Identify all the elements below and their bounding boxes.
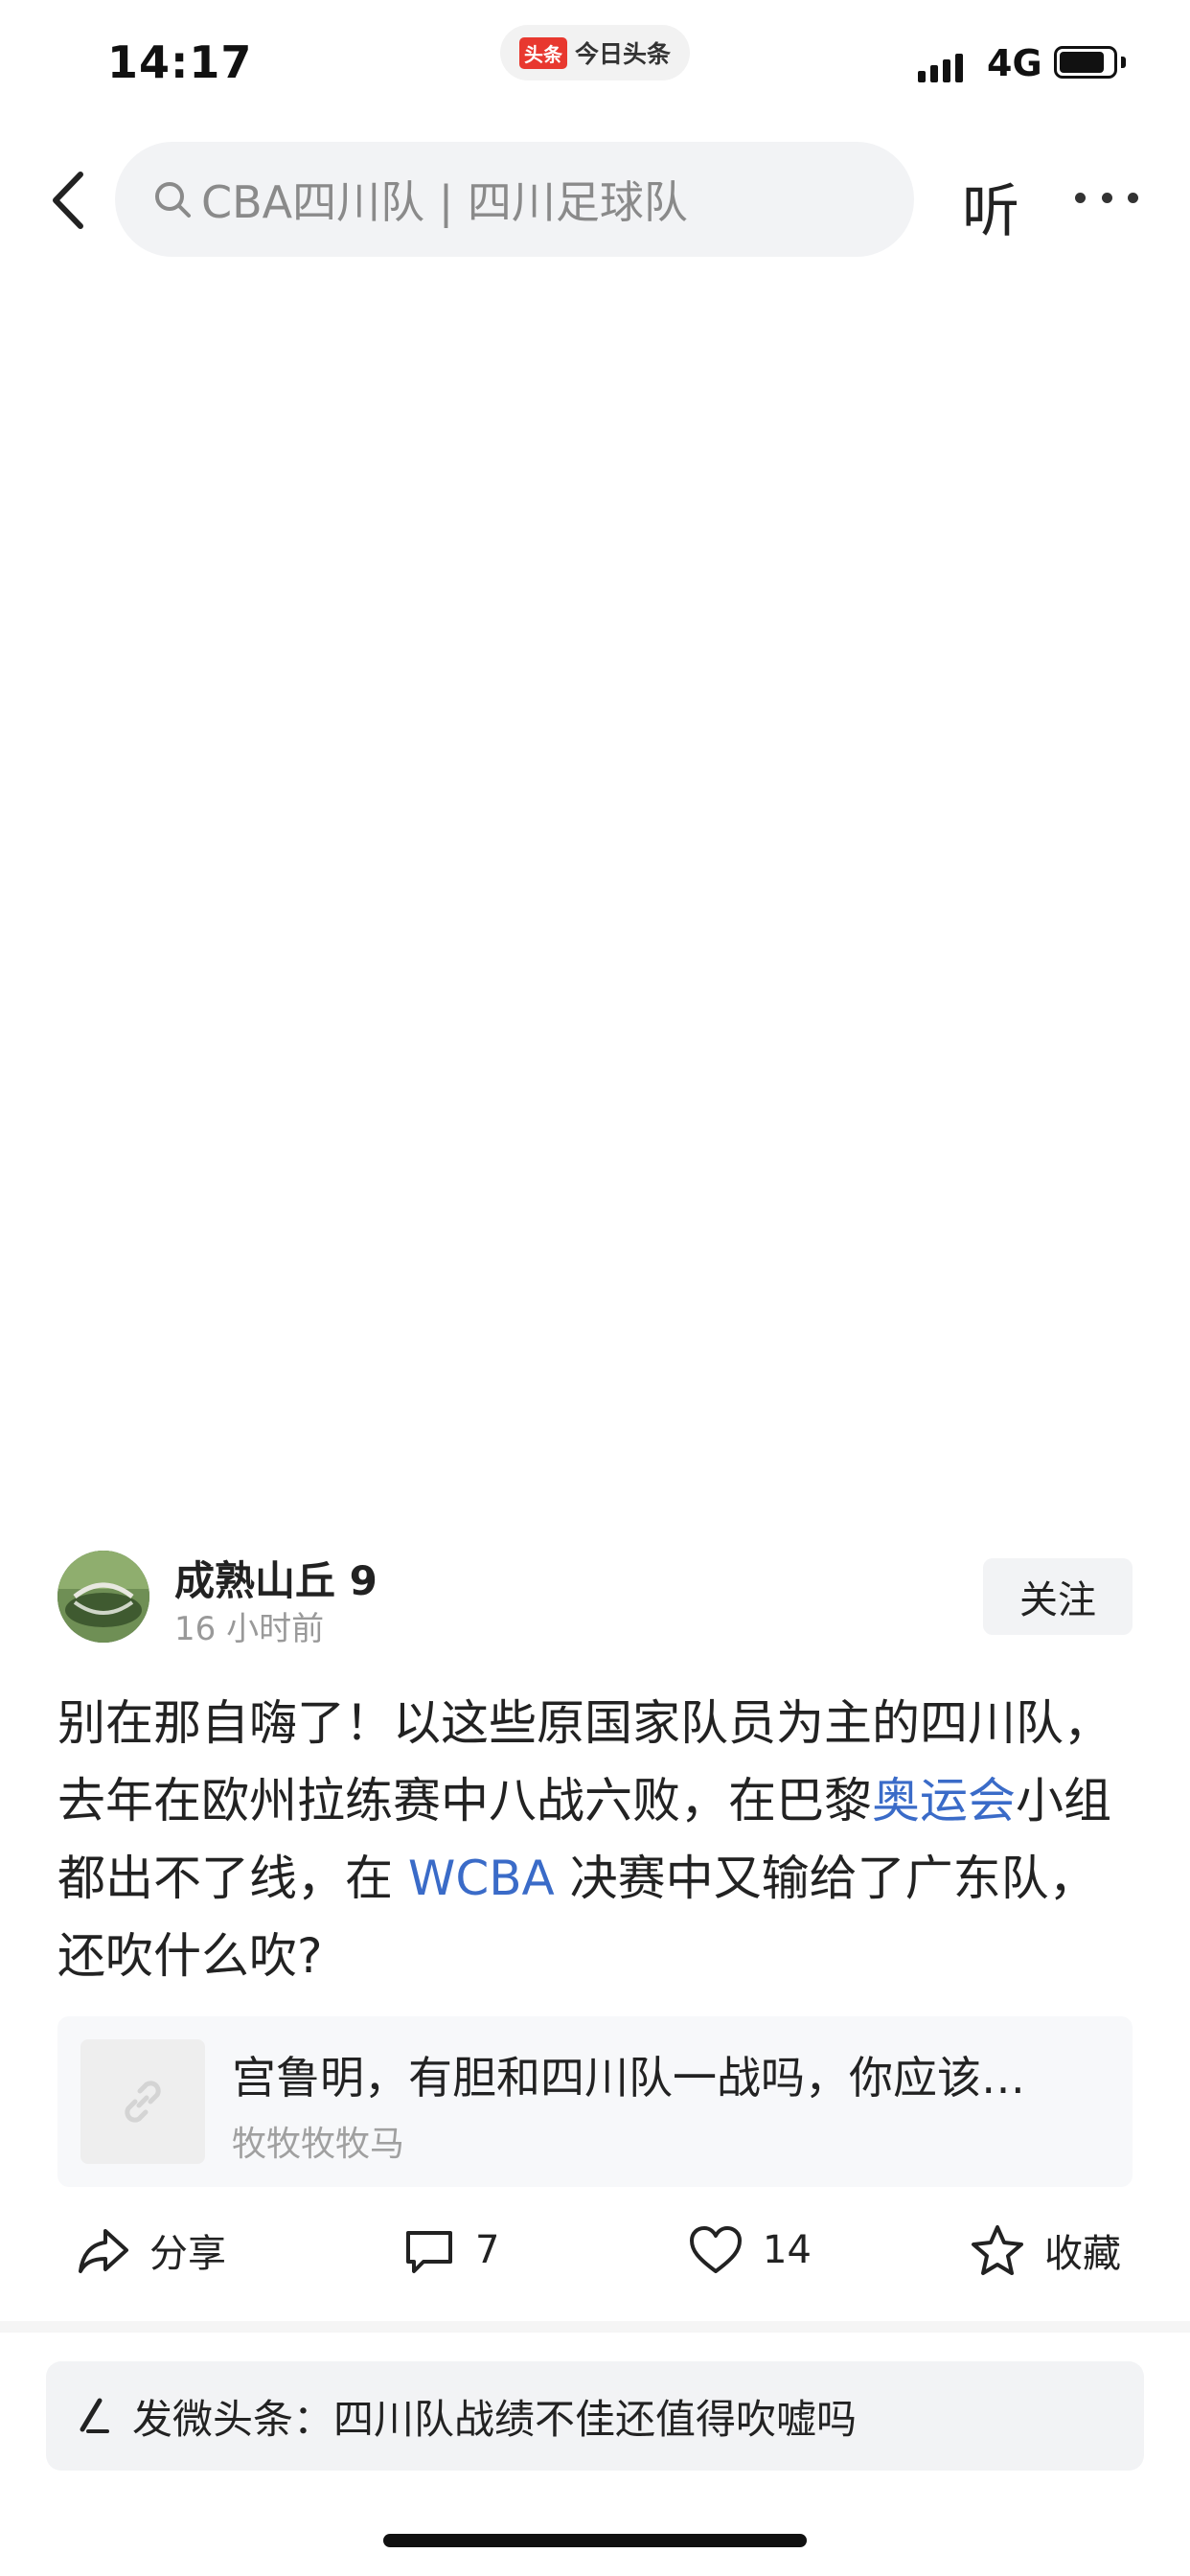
search-input[interactable]: CBA四川队 | 四川足球队 — [115, 142, 914, 257]
section-divider — [0, 2321, 1190, 2333]
favorite-button[interactable]: 收藏 — [970, 2204, 1121, 2296]
star-icon — [972, 2225, 1023, 2275]
comment-count: 7 — [475, 2228, 500, 2272]
avatar[interactable] — [57, 1551, 149, 1643]
share-button[interactable]: 分享 — [77, 2204, 226, 2296]
status-bar: 14:17 头条 今日头条 4G — [0, 0, 1190, 134]
listen-button[interactable]: 听 — [962, 165, 1019, 248]
compose-text: 发微头条：四川队战绩不佳还值得吹嘘吗 — [132, 2395, 858, 2443]
share-icon — [79, 2229, 128, 2273]
nav-bar: CBA四川队 | 四川足球队 听 — [0, 142, 1190, 261]
post-body: 别在那自嗨了！以这些原国家队员为主的四川队，去年在欧州拉练赛中八战六败，在巴黎奥… — [57, 1685, 1133, 1995]
signal-icon — [918, 52, 963, 82]
media-area — [0, 278, 1190, 1524]
action-bar: 分享 7 14 收藏 — [0, 2204, 1190, 2296]
status-time: 14:17 — [107, 36, 253, 88]
chevron-left-icon — [53, 172, 83, 229]
card-source: 牧牧牧牧马 — [232, 2125, 405, 2164]
shared-article-card[interactable]: 宫鲁明，有胆和四川队一战吗，你应该… 牧牧牧牧马 — [57, 2016, 1133, 2187]
app-logo: 头条 — [518, 36, 567, 69]
more-dots-icon[interactable] — [1075, 188, 1138, 207]
app-name: 今日头条 — [574, 40, 671, 68]
like-button[interactable]: 14 — [688, 2204, 812, 2296]
search-icon — [155, 182, 191, 218]
link-wcba[interactable]: WCBA — [408, 1851, 555, 1906]
link-icon — [125, 2081, 161, 2123]
comment-icon — [406, 2231, 452, 2273]
post-time: 16 小时前 — [174, 1610, 325, 1648]
link-olympics[interactable]: 奥运会 — [872, 1773, 1016, 1828]
author-name[interactable]: 成熟山丘 9 — [174, 1549, 378, 1607]
favorite-label: 收藏 — [1044, 2232, 1121, 2276]
pen-icon — [80, 2398, 109, 2433]
app-indicator-pill[interactable]: 头条 今日头条 — [500, 25, 690, 80]
share-label: 分享 — [149, 2232, 226, 2276]
search-placeholder: CBA四川队 | 四川足球队 — [201, 176, 688, 228]
comment-button[interactable]: 7 — [402, 2204, 499, 2296]
heart-icon — [690, 2226, 742, 2273]
battery-icon — [1054, 46, 1117, 79]
back-button[interactable] — [42, 167, 100, 234]
like-count: 14 — [763, 2228, 812, 2272]
compose-input[interactable]: 发微头条：四川队战绩不佳还值得吹嘘吗 — [46, 2361, 1144, 2471]
card-thumbnail — [80, 2039, 205, 2164]
battery-cap — [1121, 57, 1126, 68]
author-row: 成熟山丘 9 16 小时前 关注 — [57, 1545, 1133, 1650]
avatar-image — [57, 1551, 149, 1643]
card-title: 宫鲁明，有胆和四川队一战吗，你应该… — [232, 2052, 1025, 2104]
follow-button[interactable]: 关注 — [983, 1558, 1133, 1635]
battery-level-fill — [1060, 52, 1104, 73]
network-type: 4G — [987, 42, 1042, 84]
home-indicator[interactable] — [383, 2534, 807, 2547]
